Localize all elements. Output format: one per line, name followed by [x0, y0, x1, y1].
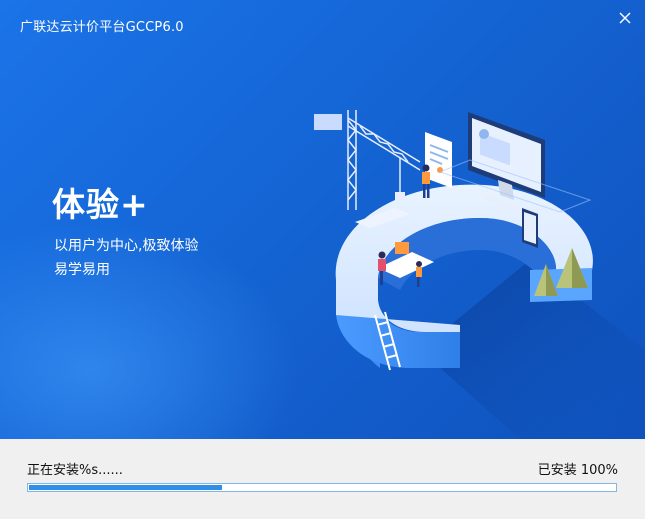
install-footer: 正在安装%s...... 已安装 100%	[0, 439, 645, 519]
slogan-subtitle: 以用户为中心,极致体验 易学易用	[54, 234, 234, 282]
slogan-line-1: 以用户为中心,极致体验	[54, 238, 199, 254]
isometric-office-illustration	[314, 110, 645, 439]
slogan-title: 体验+	[52, 185, 149, 224]
installer-window: 广联达云计价平台GCCP6.0 体验+ 以用户为中心,极致体验 易学易用 正在安…	[0, 0, 645, 519]
crane-weight	[395, 192, 405, 200]
phone	[522, 208, 538, 248]
install-progress-text: 已安装 100%	[537, 463, 618, 478]
progress-bar	[27, 483, 617, 492]
install-status-text: 正在安装%s......	[27, 463, 123, 478]
close-icon[interactable]	[615, 8, 635, 28]
window-title: 广联达云计价平台GCCP6.0	[20, 20, 184, 35]
crane-block	[314, 114, 342, 130]
slogan-line-2: 易学易用	[54, 262, 110, 278]
banner: 广联达云计价平台GCCP6.0 体验+ 以用户为中心,极致体验 易学易用	[0, 0, 645, 439]
progress-bar-fill	[29, 485, 222, 490]
close-button[interactable]	[615, 8, 635, 28]
